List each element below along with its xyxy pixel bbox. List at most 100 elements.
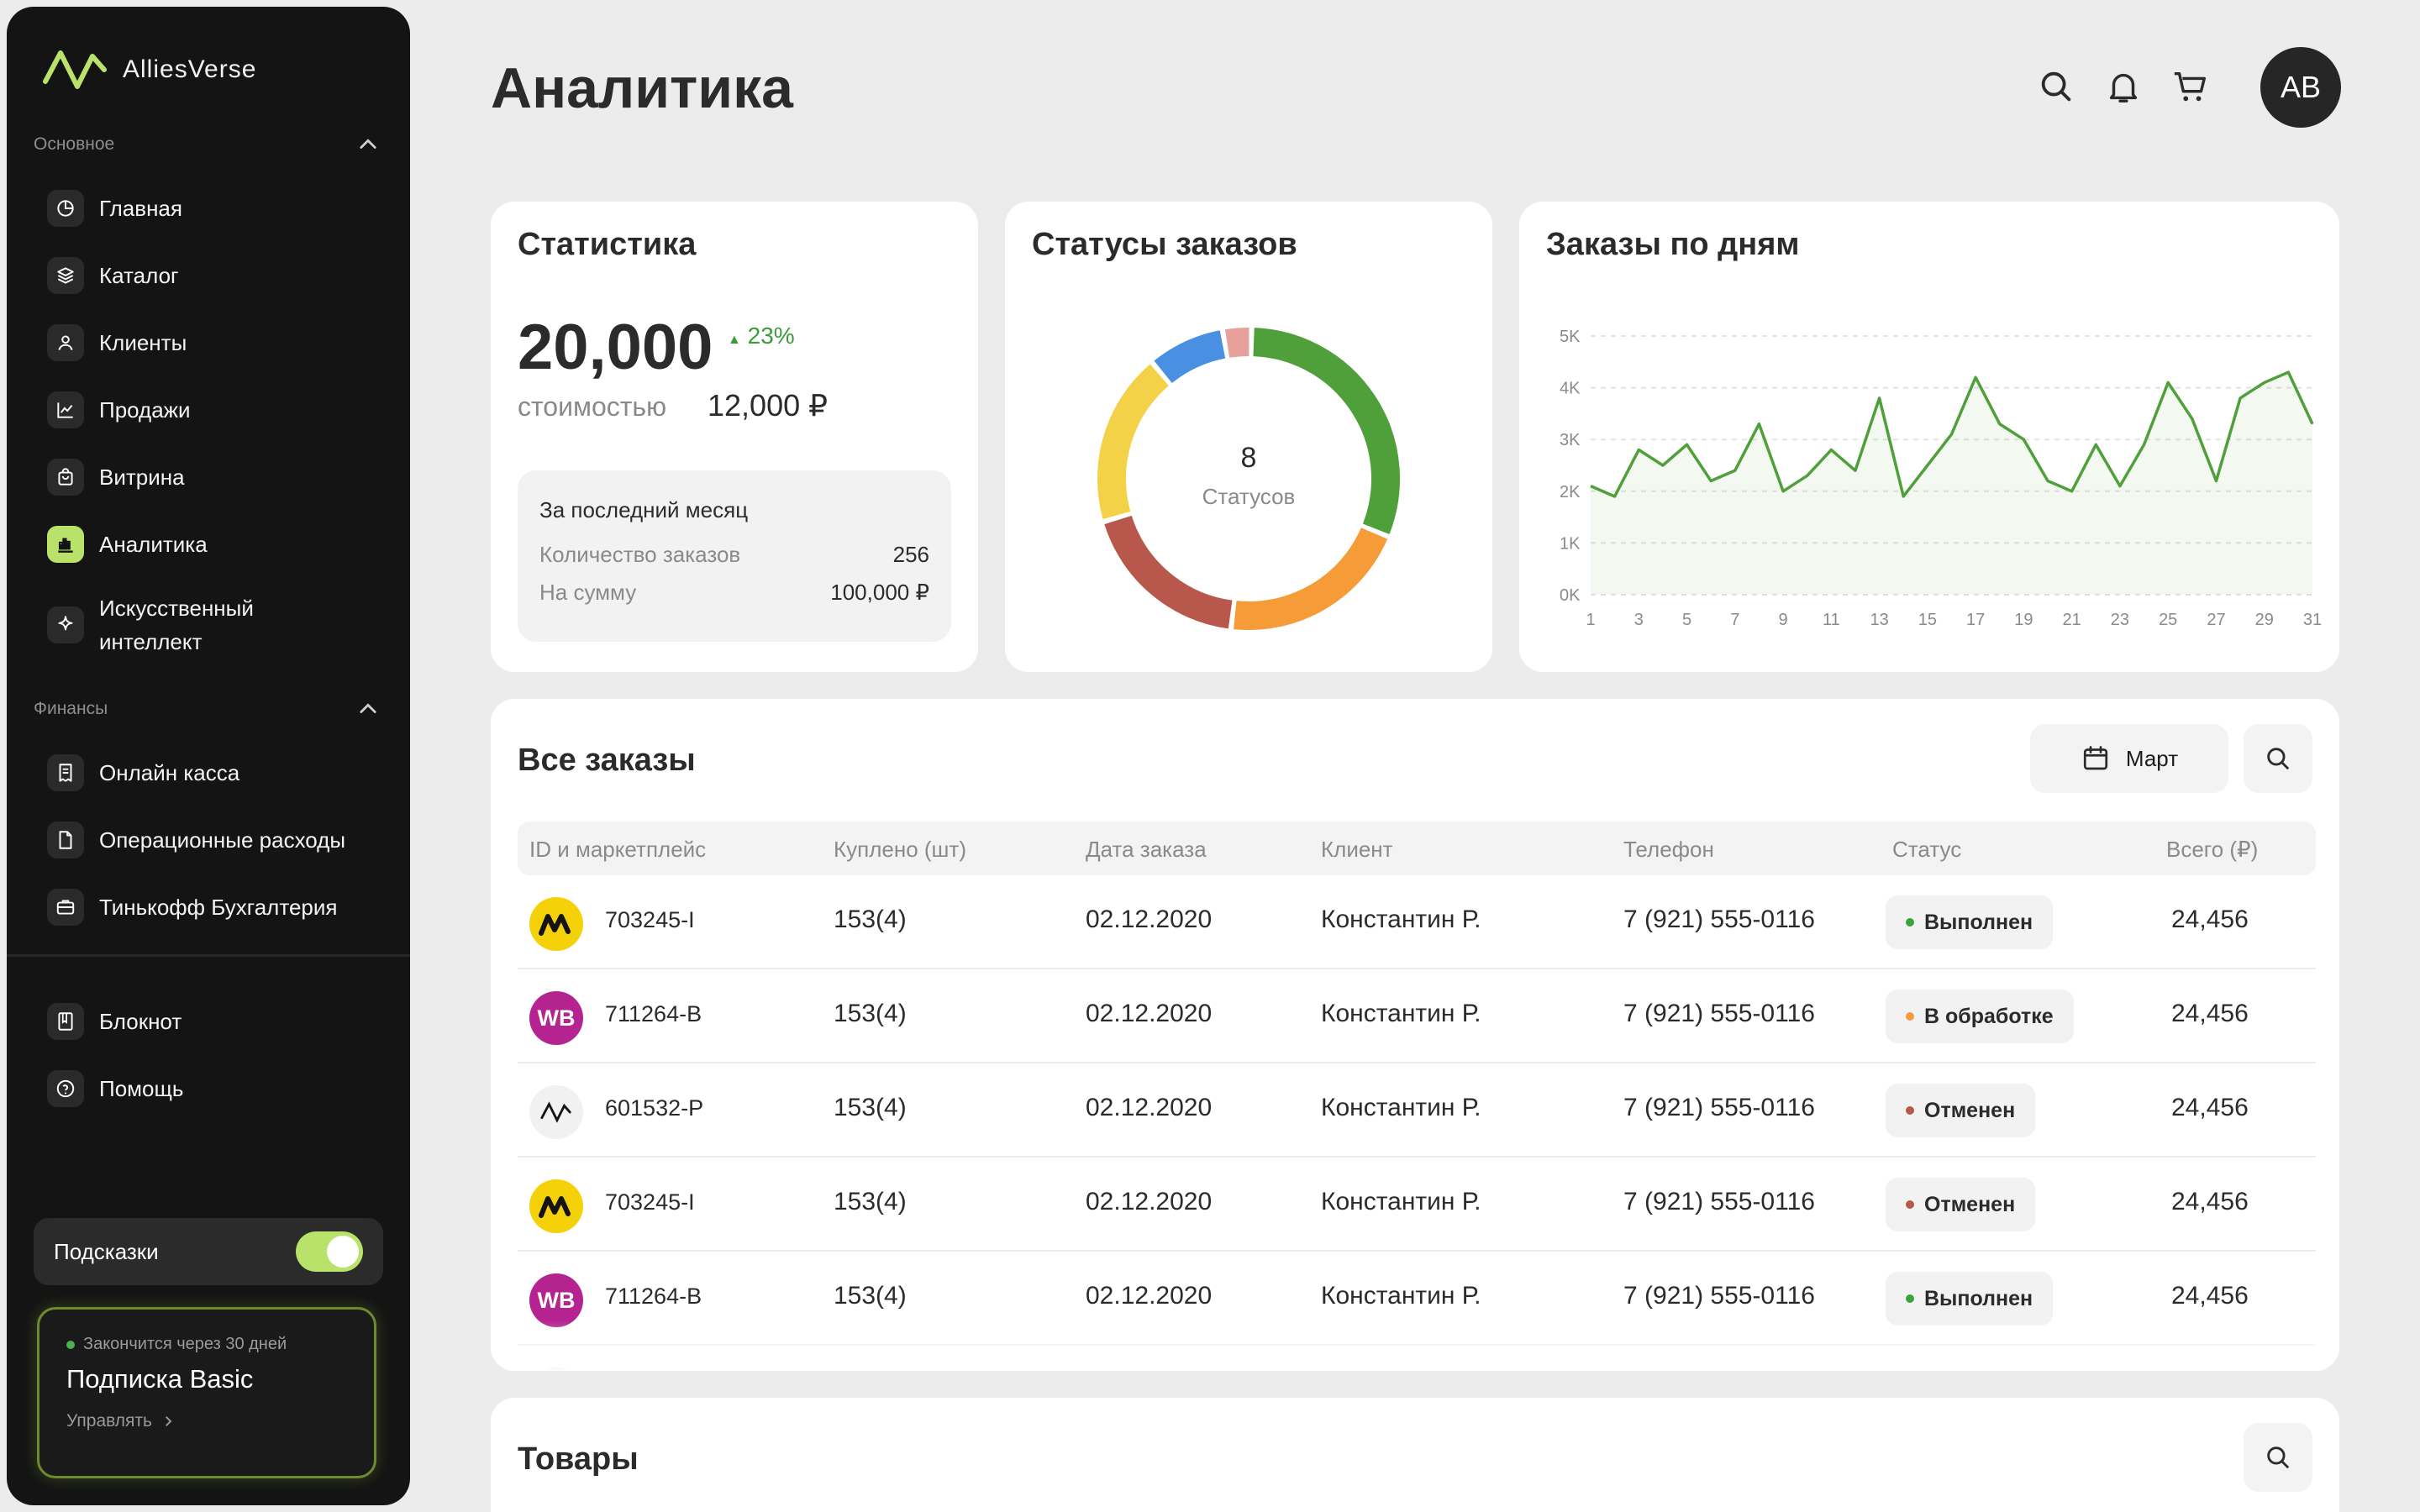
subscription-title: Подписка Basic	[66, 1364, 254, 1394]
sidebar-item[interactable]: Продажи	[47, 386, 390, 433]
sidebar: AlliesVerse Основное Главная Каталог Клиен…	[7, 7, 410, 1505]
line-chart-icon	[47, 391, 84, 428]
sidebar-item-label: Блокнот	[99, 1008, 182, 1034]
bell-icon[interactable]	[2104, 67, 2143, 106]
sidebar-item[interactable]: Тинькофф Бухгалтерия	[47, 884, 390, 931]
sparkle-icon	[47, 606, 84, 643]
quantity: 153(4)	[834, 1188, 907, 1215]
layers-icon	[47, 257, 84, 294]
section-finance-label: Финансы	[34, 699, 108, 718]
receipt-icon	[47, 754, 84, 791]
wildberries-label: WB	[537, 1287, 576, 1313]
subscription-note: Закончится через 30 дней	[83, 1335, 287, 1353]
donut-segment	[1234, 527, 1388, 630]
sidebar-item[interactable]: Каталог	[47, 252, 390, 299]
table-row[interactable]: 601532-P 153(4) 02.12.2020 Константин Р. 7 (…	[518, 1063, 2316, 1158]
status-dot	[66, 1340, 75, 1349]
quantity: 153(4)	[834, 1000, 907, 1027]
x-tick-label: 7	[1730, 611, 1739, 629]
sidebar-item-label: Каталог	[99, 262, 179, 288]
document-icon	[47, 822, 84, 858]
y-tick-label: 3K	[1560, 431, 1581, 449]
sidebar-item[interactable]: Главная	[47, 185, 390, 232]
manage-subscription-link[interactable]: Управлять	[66, 1411, 347, 1431]
orders-count-label: Количество заказов	[539, 542, 741, 567]
search-icon[interactable]	[2037, 67, 2075, 106]
order-id: 601532-P	[605, 1095, 704, 1121]
orders-count-value: 256	[892, 542, 929, 567]
sidebar-item[interactable]: Операционные расходы	[47, 816, 390, 864]
user-avatar[interactable]: AB	[2260, 47, 2341, 128]
wildberries-label: WB	[537, 1005, 576, 1031]
sidebar-item[interactable]: Клиенты	[47, 319, 390, 366]
x-tick-label: 13	[1870, 611, 1888, 629]
column-header: Телефон	[1623, 837, 1714, 862]
section-main-header[interactable]: Основное	[34, 128, 380, 161]
x-tick-label: 23	[2111, 611, 2129, 629]
sidebar-item-label: Клиенты	[99, 329, 187, 355]
x-tick-label: 19	[2014, 611, 2033, 629]
table-row[interactable]: WB 711264-B 153(4) 02.12.2020 Константин Р. 7…	[518, 969, 2316, 1063]
sidebar-item[interactable]: Аналитика	[47, 521, 390, 568]
orders-search-button[interactable]	[2244, 724, 2312, 793]
section-finance-header[interactable]: Финансы	[34, 692, 380, 726]
tips-toggle[interactable]	[296, 1231, 363, 1272]
status-dot	[1906, 918, 1914, 927]
x-tick-label: 15	[1918, 611, 1937, 629]
sidebar-item[interactable]: Искусственный интеллект	[47, 596, 390, 654]
sum-label: На сумму	[539, 580, 637, 605]
column-header: Всего (₽)	[2166, 837, 2259, 862]
bag-icon	[47, 459, 84, 496]
x-tick-label: 5	[1682, 611, 1691, 629]
caret-up-icon: ▲	[728, 333, 741, 347]
marketplace-logo	[529, 1085, 583, 1139]
client-name: Константин Р.	[1321, 1188, 1481, 1215]
table-row[interactable]: 703245-I 153(4) 02.12.2020 Константин Р. 7 (…	[518, 875, 2316, 969]
x-tick-label: 9	[1779, 611, 1788, 629]
marketplace-logo	[529, 897, 583, 951]
last-month-panel: За последний месяц Количество заказов 256…	[518, 470, 951, 642]
x-tick-label: 25	[2159, 611, 2177, 629]
y-tick-label: 1K	[1560, 534, 1581, 553]
sidebar-item[interactable]: Витрина	[47, 454, 390, 501]
marketplace-logo	[529, 1179, 583, 1233]
products-search-button[interactable]	[2244, 1423, 2312, 1492]
sidebar-item[interactable]: Онлайн касса	[47, 749, 390, 796]
chart-pie-icon	[47, 190, 84, 227]
phone: 7 (921) 555-0116	[1623, 1000, 1815, 1027]
month-filter-button[interactable]: Март	[2030, 724, 2228, 793]
yandex-market-icon	[539, 1196, 571, 1218]
table-row[interactable]: 703245-I 153(4) 02.12.2020 Константин Р. 7 (…	[518, 1158, 2316, 1252]
sidebar-item-label: Главная	[99, 195, 182, 221]
column-header: Статус	[1892, 837, 1962, 862]
y-tick-label: 5K	[1560, 328, 1581, 346]
order-total: 24,456	[2171, 1000, 2249, 1027]
x-tick-label: 29	[2255, 611, 2274, 629]
orders-title: Все заказы	[518, 743, 696, 778]
column-header: Дата заказа	[1086, 837, 1207, 862]
app-logo[interactable]: AlliesVerse	[40, 40, 256, 99]
x-tick-label: 27	[2207, 611, 2225, 629]
cost-value: 12,000 ₽	[708, 388, 829, 423]
x-tick-label: 31	[2303, 611, 2322, 629]
order-date: 02.12.2020	[1086, 1188, 1213, 1215]
sidebar-item[interactable]: Помощь	[47, 1065, 390, 1112]
orders-by-day-card: Заказы по дням 0K 1K 2K 3K 4K 5K 1 3 5 7 9 11 13 15 17…	[1519, 202, 2339, 672]
quantity: 153(4)	[834, 906, 907, 933]
sidebar-item[interactable]: Блокнот	[47, 998, 390, 1045]
quantity: 153(4)	[834, 1282, 907, 1310]
yandex-market-icon	[539, 914, 571, 936]
statistics-card: Статистика 20,000 ▲ 23% стоимостью 12,00…	[491, 202, 978, 672]
alliesverse-logo-icon	[540, 1101, 571, 1123]
search-icon	[2267, 748, 2289, 769]
phone: 7 (921) 555-0116	[1623, 1282, 1815, 1310]
products-title: Товары	[518, 1441, 639, 1477]
subscription-card: Закончится через 30 дней Подписка Basic …	[37, 1307, 376, 1478]
client-name: Константин Р.	[1321, 1094, 1481, 1121]
scroll-fade	[491, 1320, 2339, 1371]
status-badge: Выполнен	[1886, 1272, 2054, 1326]
cart-icon[interactable]	[2171, 67, 2210, 106]
y-tick-label: 2K	[1560, 483, 1581, 501]
marketplace-logo: WB	[529, 991, 583, 1045]
y-tick-label: 0K	[1560, 586, 1581, 605]
